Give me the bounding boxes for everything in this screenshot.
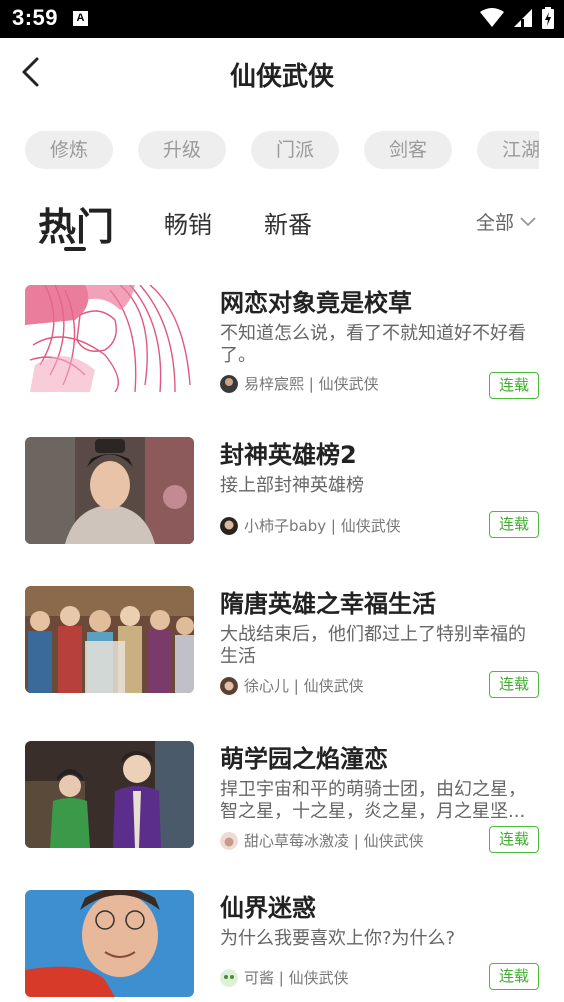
author-category: 甜心草莓冰激凌 | 仙侠武侠 — [244, 832, 424, 850]
item-meta: 可酱 | 仙侠武侠 — [220, 967, 349, 988]
tab-bestselling[interactable]: 畅销 — [164, 205, 212, 240]
cover-image — [25, 741, 194, 848]
item-description: 为什么我要喜欢上你?为什么? — [220, 928, 456, 949]
item-description: 接上部封神英雄榜 — [220, 475, 364, 496]
filter-label: 全部 — [476, 212, 515, 234]
battery-icon — [542, 7, 554, 29]
avatar — [220, 516, 238, 535]
status-badge: 连载 — [489, 671, 539, 698]
item-title: 封神英雄榜2 — [220, 441, 357, 469]
item-meta: 徐心儿 | 仙侠武侠 — [220, 675, 364, 696]
item-meta: 甜心草莓冰激凌 | 仙侠武侠 — [220, 830, 424, 851]
item-meta: 易梓宸熙 | 仙侠武侠 — [220, 373, 379, 394]
status-badge: 连载 — [489, 511, 539, 538]
tag-chips: 修炼 升级 门派 剑客 江湖 — [25, 131, 539, 171]
tag-chip[interactable]: 修炼 — [25, 131, 113, 169]
item-title: 仙界迷惑 — [220, 894, 316, 922]
item-description: 大战结束后，他们都过上了特别幸福的生活 — [220, 624, 526, 667]
tab-new[interactable]: 新番 — [264, 205, 312, 240]
item-title: 隋唐英雄之幸福生活 — [220, 590, 436, 618]
nav-bar: 仙侠武侠 — [0, 38, 564, 108]
page-title: 仙侠武侠 — [229, 62, 334, 92]
author-category: 可酱 | 仙侠武侠 — [244, 969, 349, 987]
author-category: 徐心儿 | 仙侠武侠 — [244, 677, 364, 695]
tag-chip[interactable]: 剑客 — [364, 131, 452, 169]
item-title: 萌学园之焰潼恋 — [220, 745, 388, 773]
list-item[interactable]: 隋唐英雄之幸福生活 大战结束后，他们都过上了特别幸福的生活 徐心儿 | 仙侠武侠… — [0, 586, 564, 698]
avatar — [220, 676, 238, 695]
cover-image — [25, 437, 194, 544]
author-category: 易梓宸熙 | 仙侠武侠 — [244, 375, 379, 393]
tag-chip[interactable]: 江湖 — [477, 131, 539, 169]
item-title: 网恋对象竟是校草 — [220, 289, 412, 317]
author-category: 小柿子baby | 仙侠武侠 — [244, 517, 401, 535]
status-badge: 连载 — [489, 372, 539, 399]
avatar — [220, 831, 238, 850]
status-icons — [480, 7, 554, 29]
item-meta: 小柿子baby | 仙侠武侠 — [220, 515, 401, 536]
status-time: 3:59 — [12, 5, 59, 30]
status-bar: 3:59 A — [0, 0, 564, 38]
tag-chip[interactable]: 门派 — [251, 131, 339, 169]
tab-hot[interactable]: 热门 — [38, 196, 114, 251]
tag-chip[interactable]: 升级 — [138, 131, 226, 169]
item-description: 捍卫宇宙和平的萌骑士团，由幻之星，智之星，十之星，炎之星，月之星坚... — [220, 779, 526, 822]
cover-image — [25, 285, 194, 392]
signal-icon — [514, 9, 532, 27]
wifi-icon — [480, 8, 504, 27]
list-item[interactable]: 封神英雄榜2 接上部封神英雄榜 小柿子baby | 仙侠武侠 连载 — [0, 437, 564, 547]
item-description: 不知道怎么说，看了不就知道好不好看了。 — [220, 323, 526, 366]
filter-dropdown[interactable]: 全部 — [476, 208, 536, 235]
list-item[interactable]: 网恋对象竟是校草 不知道怎么说，看了不就知道好不好看了。 易梓宸熙 | 仙侠武侠… — [0, 285, 564, 399]
notification-icon: A — [73, 11, 88, 26]
cover-image — [25, 890, 194, 997]
status-badge: 连载 — [489, 826, 539, 853]
cover-image — [25, 586, 194, 693]
list-item[interactable]: 仙界迷惑 为什么我要喜欢上你?为什么? 可酱 | 仙侠武侠 连载 — [0, 890, 564, 1000]
avatar — [220, 374, 238, 393]
list-item[interactable]: 萌学园之焰潼恋 捍卫宇宙和平的萌骑士团，由幻之星，智之星，十之星，炎之星，月之星… — [0, 741, 564, 853]
active-tab-indicator — [64, 247, 86, 251]
status-badge: 连载 — [489, 963, 539, 990]
sort-tabs: 热门 畅销 新番 全部 — [0, 190, 564, 260]
chevron-down-icon — [520, 216, 536, 226]
avatar — [220, 968, 238, 987]
